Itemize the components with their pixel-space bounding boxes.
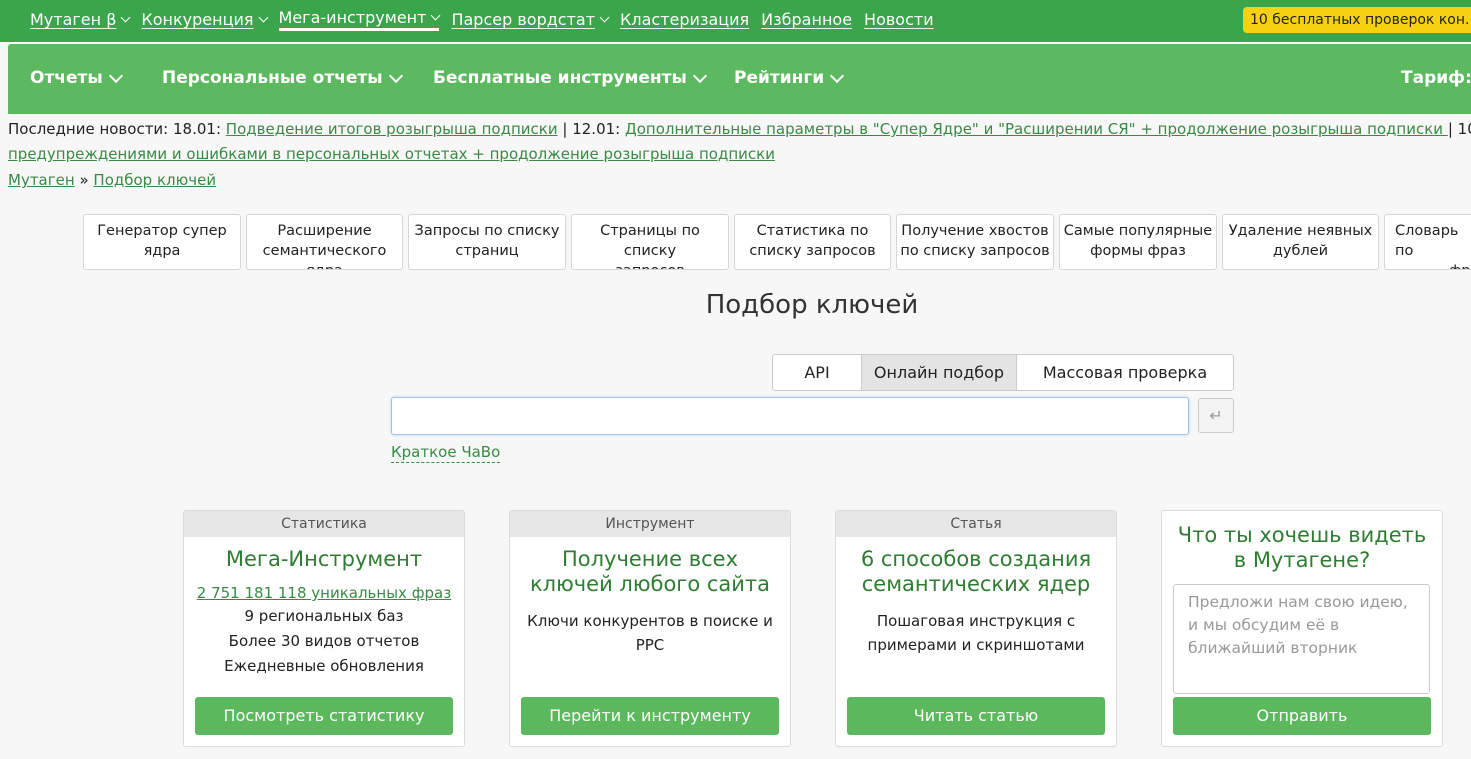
news-link[interactable]: Подведение итогов розыгрыша подписки [226,120,558,138]
chevron-down-icon [431,10,441,20]
breadcrumb-current[interactable]: Подбор ключей [93,171,216,189]
main-menu: Отчеты Персональные отчеты Бесплатные ин… [8,44,1471,114]
topnav-competition[interactable]: Конкуренция [141,10,268,29]
chevron-down-icon [599,12,610,22]
news-separator: | [562,120,568,138]
menu-reports[interactable]: Отчеты [30,68,123,88]
tool-query-statistics[interactable]: Статистика по списку запросов [734,214,891,270]
tab-api[interactable]: API [773,355,861,390]
tab-online-search[interactable]: Онлайн подбор [861,355,1016,390]
news-date: 12.01: [572,120,621,138]
chevron-down-icon [258,12,268,22]
page-title: Подбор ключей [705,290,919,320]
card-label: Статистика [184,511,464,537]
top-bar: Мутаген β Конкуренция Мега-инструмент Па… [0,0,1471,42]
chevron-down-icon [388,68,403,83]
faq-link[interactable]: Краткое ЧаВо [391,442,501,463]
card-text: Более 30 видов отчетов [228,632,420,650]
tool-semantic-core-extension[interactable]: Расширениесемантического ядра [246,214,403,270]
menu-personal-reports[interactable]: Персональные отчеты [162,68,403,88]
menu-free-tools[interactable]: Бесплатные инструменты [433,68,707,88]
read-article-button[interactable]: Читать статью [847,697,1105,735]
card-text: примерами и скриншотами [867,636,1085,654]
topnav-favorites[interactable]: Избранное [761,10,852,29]
tool-popular-phrase-forms[interactable]: Самые популярные формы фраз [1059,214,1217,270]
topnav-mutagen[interactable]: Мутаген β [30,10,131,29]
breadcrumb-separator: » [79,171,89,189]
topnav-wordstat-parser[interactable]: Парсер вордстат [451,10,610,29]
idea-textarea[interactable]: Предложи нам свою идею, и мы обсудим её … [1173,584,1430,694]
mode-tabs: API Онлайн подбор Массовая проверка [772,354,1234,391]
topnav-clustering[interactable]: Кластеризация [620,10,749,29]
enter-arrow-icon[interactable]: ↵ [1198,398,1234,433]
free-checks-badge[interactable]: 10 бесплатных проверок кон... [1243,7,1471,33]
news-prefix: Последние новости: [8,120,169,138]
breadcrumb: Мутаген » Подбор ключей [8,171,216,189]
card-statistics: Статистика Мега-Инструмент 2 751 181 118… [183,510,465,747]
news-link[interactable]: предупреждениями и ошибками в персональн… [8,145,775,163]
view-statistics-button[interactable]: Посмотреть статистику [195,697,453,735]
topnav-mega-tool[interactable]: Мега-инструмент [278,8,441,31]
card-text: Пошаговая инструкция с [876,612,1076,630]
top-nav: Мутаген β Конкуренция Мега-инструмент Па… [30,8,934,31]
tool-queries-by-pages[interactable]: Запросы по списку страниц [408,214,566,270]
tool-phrase-dictionary[interactable]: Словарь пофра [1384,214,1471,270]
send-idea-button[interactable]: Отправить [1173,697,1431,735]
chevron-down-icon [108,68,123,83]
card-title: 6 способов создания семантических ядер [860,547,1092,596]
card-label: Инструмент [510,511,790,537]
card-title: Мега-Инструмент [225,547,423,571]
card-text: Ежедневные обновления [224,657,424,675]
tool-query-tails[interactable]: Получение хвостов по списку запросов [896,214,1054,270]
news-date: 18.01: [173,120,222,138]
news-link[interactable]: Дополнительные параметры в "Супер Ядре" … [625,120,1448,138]
card-label: Статья [836,511,1116,537]
card-title: Получение всех ключей любого сайта [529,547,771,596]
tool-pages-by-queries[interactable]: Страницы по спискузапросов [571,214,729,270]
news-separator: | [1447,120,1453,138]
topnav-news[interactable]: Новости [864,10,934,29]
card-text: Ключи конкурентов в поиске и [527,612,773,630]
tab-bulk-check[interactable]: Массовая проверка [1016,355,1233,390]
tool-super-core-generator[interactable]: Генератор супер ядра [83,214,241,270]
news-date: 10.01: [1457,120,1471,138]
card-article: Статья 6 способов создания семантических … [835,510,1117,747]
menu-ratings[interactable]: Рейтинги [734,68,845,88]
chevron-down-icon [120,12,131,22]
card-text: 9 региональных баз [244,607,404,625]
menu-tariff[interactable]: Тариф: [1401,68,1471,88]
keyword-search-input[interactable] [391,397,1189,435]
unique-phrases-link[interactable]: 2 751 181 118 уникальных фраз [184,582,464,604]
card-text: PPC [635,636,665,654]
chevron-down-icon [692,68,707,83]
go-to-tool-button[interactable]: Перейти к инструменту [521,697,779,735]
card-tool: Инструмент Получение всех ключей любого с… [509,510,791,747]
card-title: Что ты хочешь видеть в Мутагене? [1177,523,1427,572]
breadcrumb-home[interactable]: Мутаген [8,171,75,189]
latest-news: Последние новости: 18.01: Подведение ито… [8,117,1471,167]
tool-implicit-duplicates[interactable]: Удаление неявных дублей [1222,214,1379,270]
chevron-down-icon [830,68,845,83]
